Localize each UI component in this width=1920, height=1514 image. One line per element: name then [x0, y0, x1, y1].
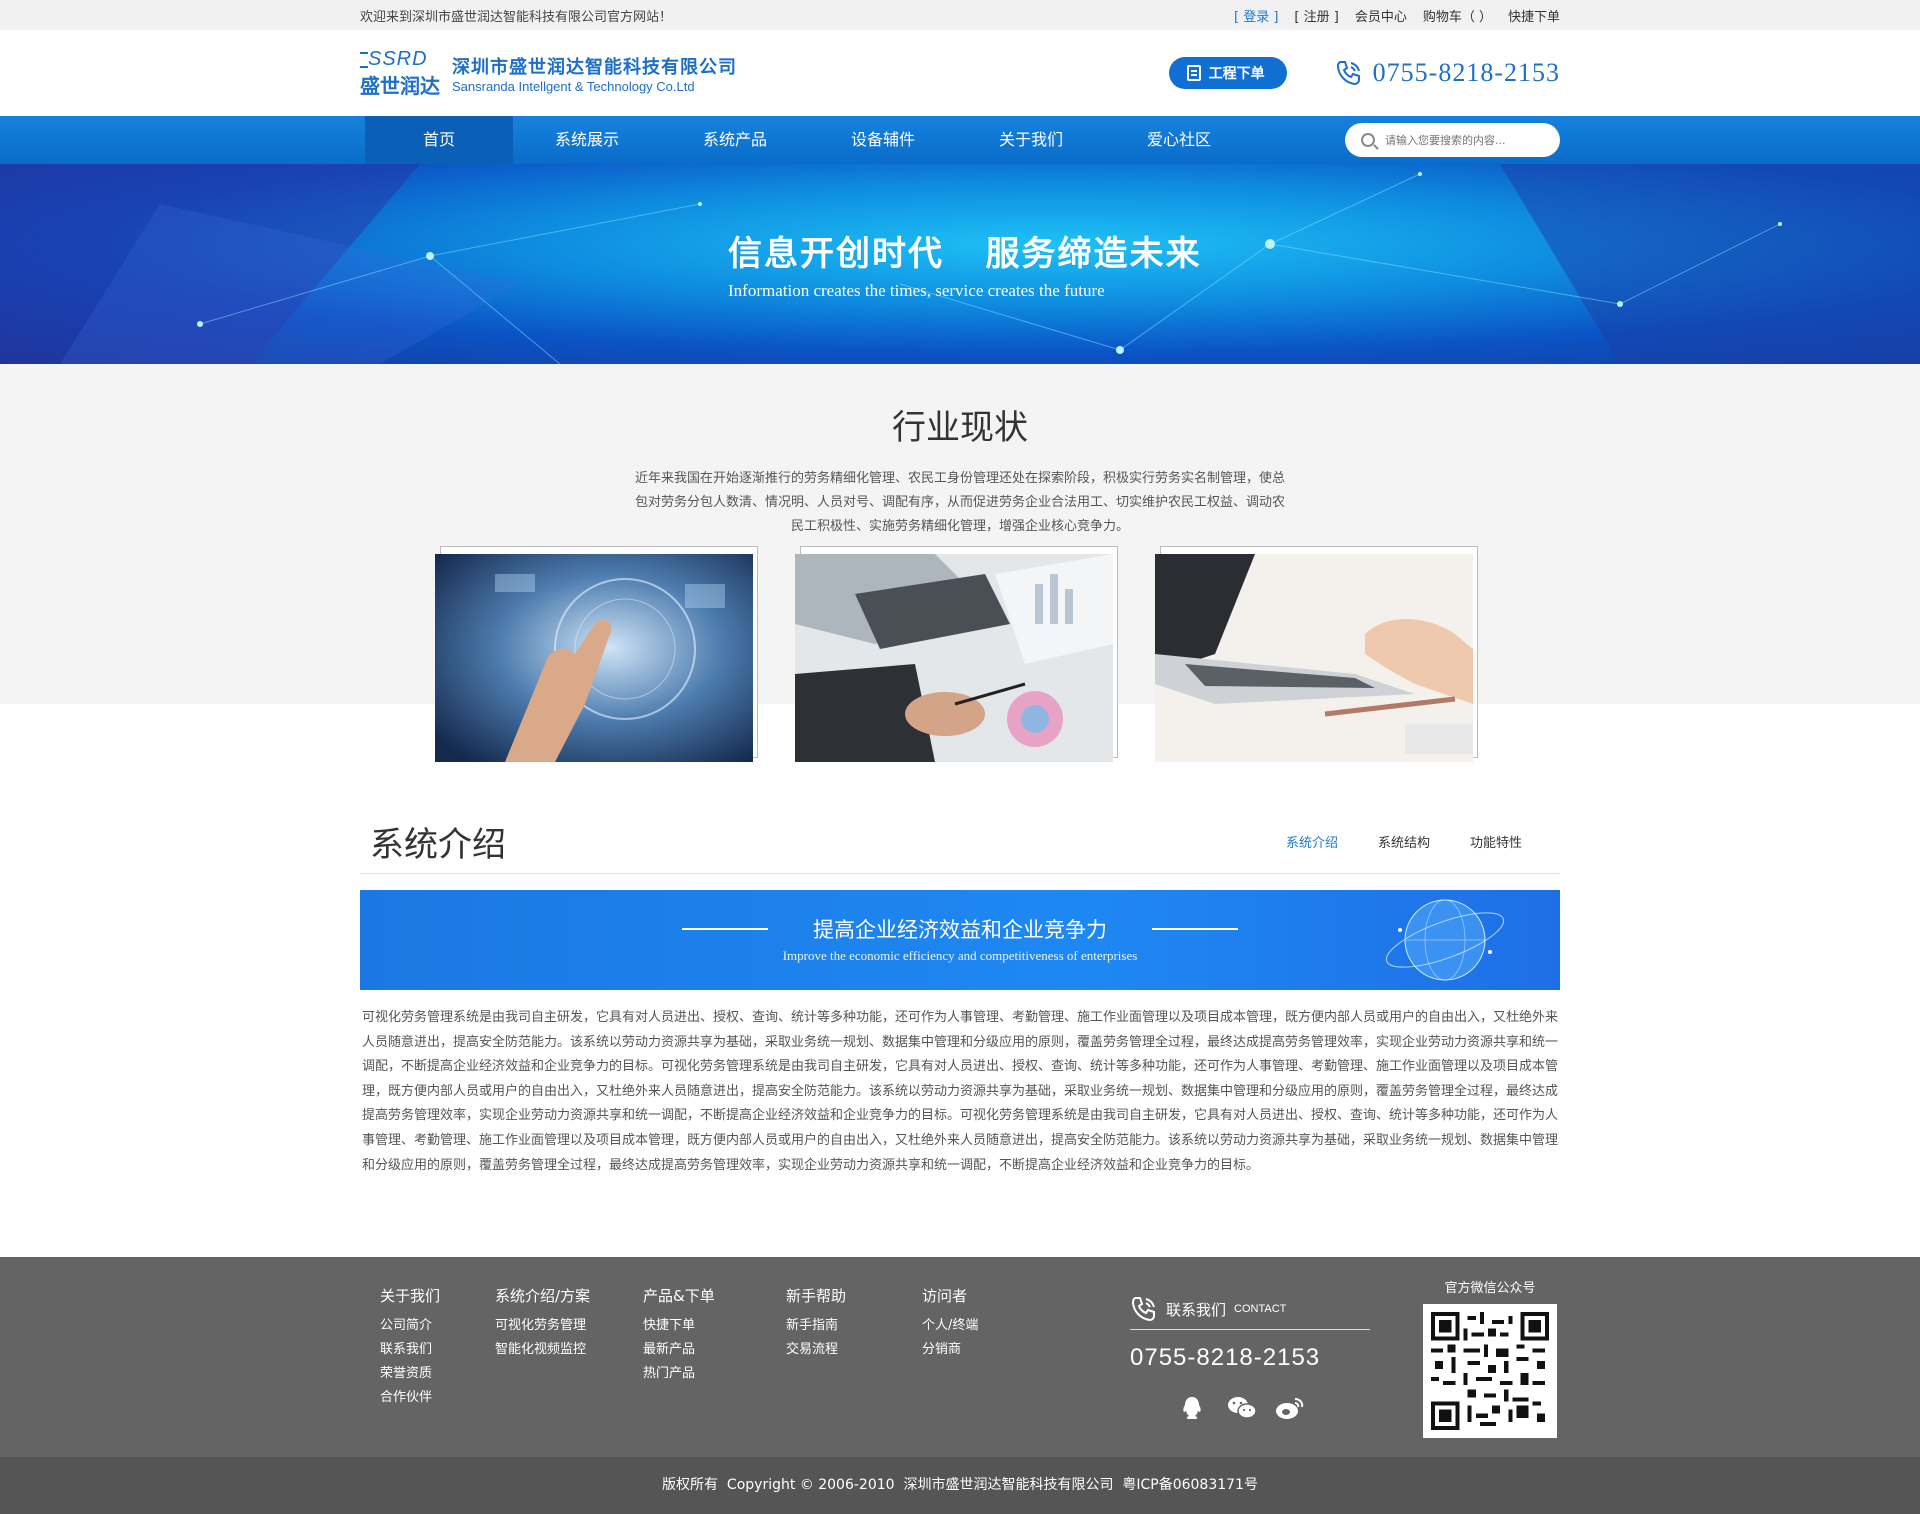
footer-col-system: 系统介绍/方案 可视化劳务管理 智能化视频监控 [495, 1285, 590, 1362]
footer-link[interactable]: 公司简介 [380, 1314, 440, 1338]
footer-phone-number: 0755-8218-2153 [1130, 1344, 1321, 1371]
top-links: [ 登录 ] [ 注册 ] 会员中心 购物车（ ） 快捷下单 [1234, 6, 1560, 25]
company-name-cn: 深圳市盛世润达智能科技有限公司 [452, 56, 737, 78]
login-link[interactable]: [ 登录 ] [1234, 6, 1278, 25]
footer-col-title: 访问者 [922, 1287, 968, 1305]
nav-item-accessories[interactable]: 设备辅件 [809, 116, 957, 164]
logo-lines [360, 52, 368, 68]
industry-description: 近年来我国在开始逐渐推行的劳务精细化管理、农民工身份管理还处在探索阶段，积极实行… [635, 471, 1286, 534]
project-order-button[interactable]: 工程下单 [1168, 57, 1287, 89]
logo-mark-cn: 盛世润达 [360, 74, 440, 98]
document-icon [1186, 65, 1201, 81]
footer-link[interactable]: 热门产品 [643, 1362, 715, 1386]
main-nav: 首页 系统展示 系统产品 设备辅件 关于我们 爱心社区 [0, 116, 1920, 164]
nav-item-community[interactable]: 爱心社区 [1105, 116, 1253, 164]
footer-link[interactable]: 新手指南 [786, 1314, 846, 1338]
logo-mark: SSRD 盛世润达 [360, 48, 442, 98]
weibo-icon[interactable] [1274, 1395, 1304, 1421]
system-intro-section: 系统介绍 系统介绍 系统结构 功能特性 提高企业经济效益和企业竞争力 Impro… [0, 810, 1920, 1178]
contact-title: 联系我们 [1166, 1300, 1227, 1319]
search-box [1345, 123, 1560, 157]
top-bar: 欢迎来到深圳市盛世润达智能科技有限公司官方网站！ [ 登录 ] [ 注册 ] 会… [0, 0, 1920, 30]
tab-system-intro[interactable]: 系统介绍 [1286, 832, 1338, 851]
touch-screen-image [435, 554, 753, 762]
qr-label: 官方微信公众号 [1444, 1281, 1536, 1296]
footer-contact: 联系我们 CONTACT 0755-8218-2153 [1130, 1295, 1370, 1372]
industry-cards [0, 546, 1920, 766]
tab-system-structure[interactable]: 系统结构 [1378, 832, 1430, 851]
wechat-icon[interactable] [1226, 1395, 1257, 1421]
logo-text: 深圳市盛世润达智能科技有限公司 Sansranda Intellgent & T… [452, 53, 737, 94]
header-phone: 0755-8218-2153 [1335, 58, 1560, 88]
footer-col-title: 系统介绍/方案 [495, 1287, 591, 1305]
footer-col-about: 关于我们 公司简介 联系我们 荣誉资质 合作伙伴 [380, 1285, 440, 1410]
nav-item-system-showcase[interactable]: 系统展示 [513, 116, 661, 164]
nav-list: 首页 系统展示 系统产品 设备辅件 关于我们 爱心社区 [365, 116, 1253, 164]
phone-icon [1131, 1297, 1155, 1322]
footer-link[interactable]: 快捷下单 [643, 1314, 715, 1338]
banner-slogan: 信息开创时代 服务缔造未来 Information creates the ti… [728, 226, 1202, 301]
footer-link[interactable]: 最新产品 [643, 1338, 715, 1362]
qq-icon[interactable] [1178, 1395, 1206, 1421]
footer-col-title: 新手帮助 [786, 1287, 847, 1305]
wechat-qr-code [1423, 1304, 1557, 1438]
footer-link[interactable]: 合作伙伴 [380, 1386, 440, 1410]
member-center-link[interactable]: 会员中心 [1355, 6, 1407, 25]
contact-title-en: CONTACT [1234, 1303, 1287, 1315]
footer: 关于我们 公司简介 联系我们 荣誉资质 合作伙伴 系统介绍/方案 可视化劳务管理… [0, 1257, 1920, 1457]
system-tabs: 系统介绍 系统结构 功能特性 [1286, 832, 1522, 851]
footer-link[interactable]: 交易流程 [786, 1338, 846, 1362]
project-order-label: 工程下单 [1208, 66, 1265, 82]
logo-mark-text: SSRD [368, 48, 428, 70]
hero-banner: 信息开创时代 服务缔造未来 Information creates the ti… [0, 164, 1920, 364]
footer-col-help: 新手帮助 新手指南 交易流程 [786, 1285, 846, 1362]
laptop-desk-image [795, 554, 1113, 762]
cart-link[interactable]: 购物车（ ） [1423, 6, 1492, 25]
tab-features[interactable]: 功能特性 [1470, 832, 1522, 851]
copyright-bar: 版权所有 Copyright © 2006-2010 深圳市盛世润达智能科技有限… [0, 1457, 1920, 1514]
footer-link[interactable]: 个人/终端 [922, 1314, 978, 1338]
industry-card-laptop[interactable] [1155, 546, 1478, 766]
footer-link[interactable]: 分销商 [922, 1338, 978, 1362]
footer-col-title: 关于我们 [380, 1287, 441, 1305]
footer-col-products: 产品&下单 快捷下单 最新产品 热门产品 [643, 1285, 715, 1386]
nav-item-home[interactable]: 首页 [365, 116, 513, 164]
globe-icon [1385, 899, 1505, 981]
footer-link[interactable]: 可视化劳务管理 [495, 1314, 590, 1338]
nav-item-system-products[interactable]: 系统产品 [661, 116, 809, 164]
contact-header: 联系我们 CONTACT [1130, 1295, 1370, 1330]
wechat-qr-block: 官方微信公众号 [1423, 1277, 1557, 1438]
footer-col-visitors: 访问者 个人/终端 分销商 [922, 1285, 978, 1362]
header: SSRD 盛世润达 深圳市盛世润达智能科技有限公司 Sansranda Inte… [0, 30, 1920, 116]
footer-col-title: 产品&下单 [643, 1287, 715, 1305]
system-intro-text: 可视化劳务管理系统是由我司自主研发，它具有对人员进出、授权、查询、统计等多种功能… [362, 1010, 1559, 1173]
footer-link[interactable]: 智能化视频监控 [495, 1338, 590, 1362]
welcome-text: 欢迎来到深圳市盛世润达智能科技有限公司官方网站！ [360, 9, 673, 25]
system-banner: 提高企业经济效益和企业竞争力 Improve the economic effi… [360, 890, 1560, 990]
quick-order-link[interactable]: 快捷下单 [1508, 6, 1560, 25]
laptop-image [1155, 554, 1473, 762]
industry-card-laptop-desk[interactable] [795, 546, 1118, 766]
social-icons [1178, 1395, 1304, 1421]
footer-link[interactable]: 联系我们 [380, 1338, 440, 1362]
search-input[interactable] [1385, 133, 1535, 147]
search-icon[interactable] [1361, 133, 1375, 147]
banner-slogan-cn: 信息开创时代 服务缔造未来 [728, 234, 1202, 274]
logo[interactable]: SSRD 盛世润达 深圳市盛世润达智能科技有限公司 Sansranda Inte… [360, 48, 737, 98]
system-intro-header: 系统介绍 系统介绍 系统结构 功能特性 [360, 810, 1560, 874]
footer-link[interactable]: 荣誉资质 [380, 1362, 440, 1386]
system-intro-title: 系统介绍 [370, 825, 506, 865]
header-phone-number: 0755-8218-2153 [1372, 58, 1560, 87]
register-link[interactable]: [ 注册 ] [1294, 6, 1338, 25]
industry-title: 行业现状 [892, 408, 1028, 448]
nav-item-about[interactable]: 关于我们 [957, 116, 1105, 164]
phone-icon [1336, 61, 1360, 86]
banner-slogan-en: Information creates the times, service c… [728, 281, 1105, 300]
industry-card-touch[interactable] [435, 546, 758, 766]
company-name-en: Sansranda Intellgent & Technology Co.Ltd [452, 78, 695, 94]
